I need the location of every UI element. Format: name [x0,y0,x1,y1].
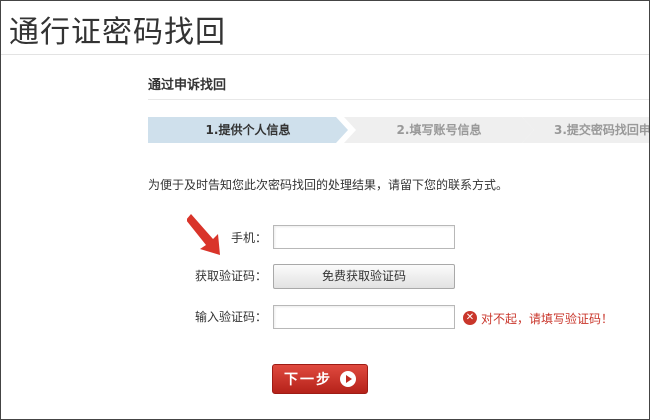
error-message: ✕ 对不起，请填写验证码！ [463,309,613,327]
verification-code-input[interactable] [273,305,455,329]
contact-notice: 为便于及时告知您此次密码找回的处理结果，请留下您的联系方式。 [148,178,509,192]
step-3-submit-recovery: 3.提交密码找回申 [522,117,649,143]
page-title: 通行证密码找回 [9,15,226,50]
window-frame: 通行证密码找回 通过申诉找回 1.提供个人信息 2.填写账号信息 3.提交密码找… [0,0,650,420]
title-divider [1,54,649,55]
phone-label: 手机： [230,231,267,245]
step-1-provide-personal-info: 1.提供个人信息 [148,117,348,143]
error-x-icon: ✕ [463,311,477,325]
step-2-fill-account-info: 2.填写账号信息 [344,117,534,143]
error-text: 对不起，请填写验证码！ [481,311,614,326]
get-free-code-button[interactable]: 免费获取验证码 [273,264,455,289]
phone-input[interactable] [273,225,455,249]
next-step-button[interactable]: 下一步 [272,364,368,394]
next-step-label: 下一步 [284,372,332,388]
section-divider [148,99,649,100]
enter-code-label: 输入验证码： [194,310,267,324]
get-code-label: 获取验证码： [194,269,267,283]
play-arrow-icon [340,371,356,387]
step-progress-bar: 1.提供个人信息 2.填写账号信息 3.提交密码找回申 [148,117,649,143]
section-title: 通过申诉找回 [148,78,227,93]
